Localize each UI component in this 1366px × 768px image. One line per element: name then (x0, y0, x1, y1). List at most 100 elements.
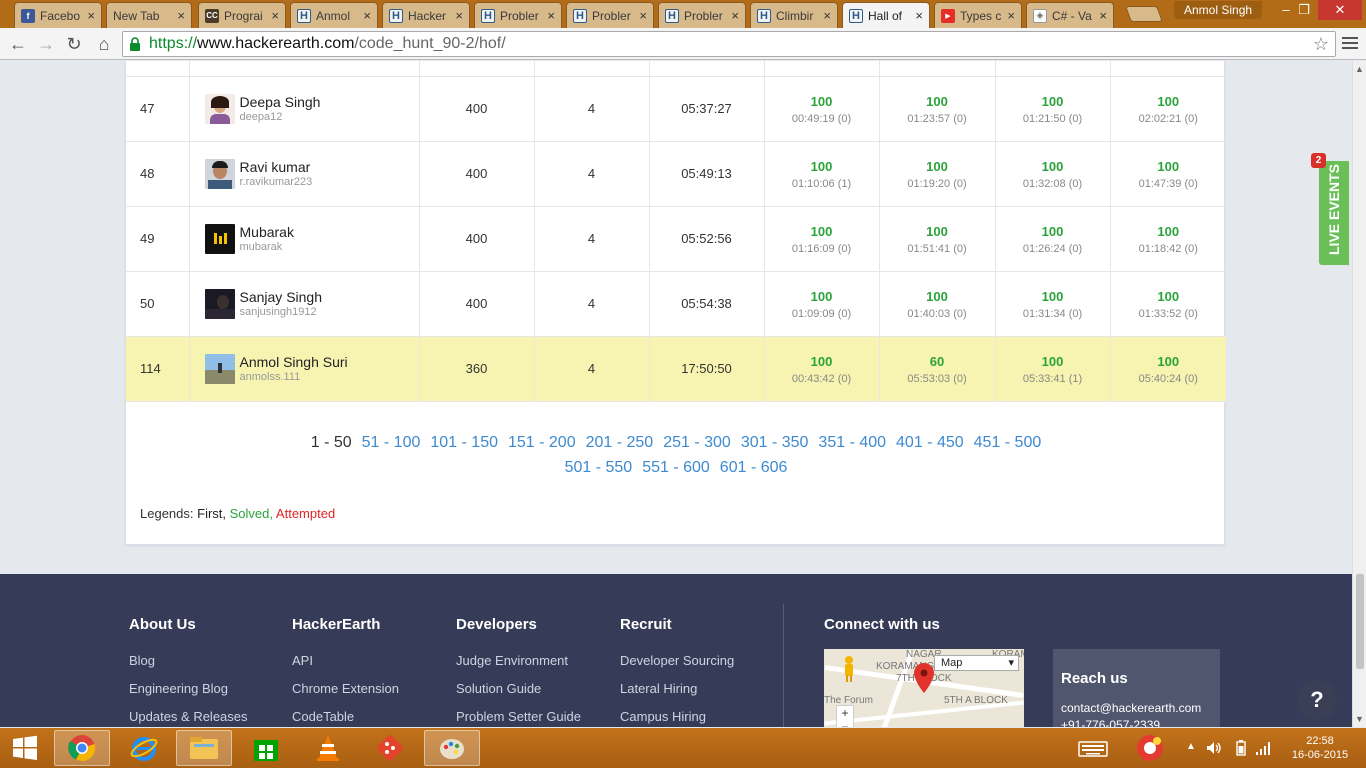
taskbar-git[interactable] (362, 730, 418, 766)
tab-title: C# - Va (1052, 8, 1092, 23)
taskbar-paint[interactable] (424, 730, 480, 766)
system-clock[interactable]: 22:58 16-06-2015 (1288, 734, 1352, 762)
profile-button[interactable]: Anmol Singh (1174, 1, 1263, 19)
page-link[interactable]: 601 - 606 (720, 455, 788, 480)
scrollbar-thumb[interactable] (1356, 574, 1364, 669)
browser-tab[interactable]: CC Prograi × (198, 2, 286, 28)
avatar[interactable] (204, 93, 235, 124)
back-button[interactable]: ← (6, 32, 30, 56)
reload-button[interactable]: ↻ (62, 32, 86, 56)
map-zoom-control[interactable]: + − (836, 705, 854, 727)
page-link[interactable]: 251 - 300 (663, 430, 731, 455)
zoom-in-button[interactable]: + (837, 706, 853, 720)
tab-close-icon[interactable]: × (1099, 8, 1107, 23)
footer-link-codetable[interactable]: CodeTable (292, 703, 399, 727)
footer-link-judge-environment[interactable]: Judge Environment (456, 647, 581, 675)
page-link[interactable]: 401 - 450 (896, 430, 964, 455)
tab-close-icon[interactable]: × (363, 8, 371, 23)
footer-link-lateral-hiring[interactable]: Lateral Hiring (620, 675, 734, 703)
footer-link-developer-sourcing[interactable]: Developer Sourcing (620, 647, 734, 675)
page-scrollbar[interactable]: ▲ ▼ (1352, 61, 1366, 727)
tab-close-icon[interactable]: × (1007, 8, 1015, 23)
tray-expand-icon[interactable]: ▲ (1186, 741, 1196, 752)
user-name-link[interactable]: Anmol Singh Suri (240, 354, 348, 371)
footer-link-solution-guide[interactable]: Solution Guide (456, 675, 581, 703)
avatar[interactable] (204, 158, 235, 189)
forward-button[interactable]: → (34, 32, 58, 56)
tab-close-icon[interactable]: × (731, 8, 739, 23)
page-link[interactable]: 451 - 500 (974, 430, 1042, 455)
user-name-link[interactable]: Mubarak (240, 224, 294, 241)
window-close-button[interactable]: ✕ (1318, 0, 1362, 20)
help-button[interactable]: ? (1297, 680, 1337, 720)
page-link[interactable]: 151 - 200 (508, 430, 576, 455)
zoom-out-button[interactable]: − (837, 720, 853, 727)
browser-tab[interactable]: H Anmol × (290, 2, 378, 28)
user-name-link[interactable]: Ravi kumar (240, 159, 313, 176)
tab-close-icon[interactable]: × (639, 8, 647, 23)
tab-close-icon[interactable]: × (87, 8, 95, 23)
page-link[interactable]: 301 - 350 (741, 430, 809, 455)
footer-link-chrome-extension[interactable]: Chrome Extension (292, 675, 399, 703)
notification-app-icon[interactable] (1135, 733, 1165, 763)
bookmark-star-icon[interactable]: ☆ (1313, 32, 1329, 56)
avatar[interactable] (204, 223, 235, 254)
page-link[interactable]: 101 - 150 (430, 430, 498, 455)
page-link[interactable]: 501 - 550 (565, 455, 633, 480)
new-tab-button[interactable] (1125, 6, 1163, 22)
browser-tab[interactable]: New Tab × (106, 2, 192, 28)
scroll-up-icon[interactable]: ▲ (1355, 64, 1364, 74)
scroll-down-icon[interactable]: ▼ (1355, 714, 1364, 724)
tab-close-icon[interactable]: × (823, 8, 831, 23)
footer-link-api[interactable]: API (292, 647, 399, 675)
start-button[interactable] (0, 730, 50, 766)
browser-tab[interactable]: H Climbir × (750, 2, 838, 28)
location-map[interactable]: NAGAR KORAMANGALA 7TH BLOCK The Forum 5T… (824, 649, 1024, 727)
page-link[interactable]: 51 - 100 (362, 430, 421, 455)
footer-link-campus-hiring[interactable]: Campus Hiring (620, 703, 734, 727)
keyboard-icon[interactable] (1078, 741, 1108, 757)
taskbar-vlc[interactable] (300, 730, 356, 766)
footer-link-engineering-blog[interactable]: Engineering Blog (129, 675, 248, 703)
menu-icon[interactable] (1340, 34, 1360, 54)
taskbar-chrome[interactable] (54, 730, 110, 766)
map-marker-icon[interactable] (914, 663, 934, 693)
page-link-current[interactable]: 1 - 50 (311, 430, 352, 455)
taskbar-file-explorer[interactable] (176, 730, 232, 766)
footer-link-updates[interactable]: Updates & Releases (129, 703, 248, 727)
browser-tab[interactable]: H Probler × (658, 2, 746, 28)
tab-close-icon[interactable]: × (547, 8, 555, 23)
live-events-tab[interactable]: LIVE EVENTS 2 (1311, 153, 1349, 265)
maximize-button[interactable]: ❐ (1290, 0, 1318, 20)
browser-tab[interactable]: H Hacker × (382, 2, 470, 28)
browser-tab[interactable]: ◈ C# - Va × (1026, 2, 1114, 28)
tab-close-icon[interactable]: × (271, 8, 279, 23)
browser-tab[interactable]: H Probler × (474, 2, 562, 28)
footer-link-blog[interactable]: Blog (129, 647, 248, 675)
taskbar-internet-explorer[interactable] (116, 730, 172, 766)
avatar[interactable] (204, 288, 235, 319)
tab-close-icon[interactable]: × (915, 8, 923, 23)
taskbar-store[interactable] (238, 730, 294, 766)
browser-tab[interactable]: H Probler × (566, 2, 654, 28)
battery-icon[interactable] (1236, 740, 1246, 756)
page-link[interactable]: 201 - 250 (586, 430, 654, 455)
browser-tab[interactable]: ▶ Types c × (934, 2, 1022, 28)
user-name-link[interactable]: Sanjay Singh (240, 289, 323, 306)
page-link[interactable]: 351 - 400 (818, 430, 886, 455)
browser-tab[interactable]: f Facebo × (14, 2, 102, 28)
map-type-select[interactable]: Map ▾ (934, 655, 1019, 671)
contact-email-link[interactable]: contact@hackerearth.com (1061, 701, 1212, 716)
tab-close-icon[interactable]: × (177, 8, 185, 23)
address-bar[interactable]: https://www.hackerearth.com/code_hunt_90… (122, 31, 1336, 57)
tab-close-icon[interactable]: × (455, 8, 463, 23)
avatar[interactable] (204, 353, 235, 384)
pegman-icon[interactable] (842, 655, 856, 683)
footer-link-problem-setter-guide[interactable]: Problem Setter Guide (456, 703, 581, 727)
user-name-link[interactable]: Deepa Singh (240, 94, 321, 111)
volume-icon[interactable] (1206, 741, 1222, 755)
network-signal-icon[interactable] (1255, 740, 1271, 756)
home-button[interactable]: ⌂ (92, 32, 116, 56)
page-link[interactable]: 551 - 600 (642, 455, 710, 480)
browser-tab[interactable]: H Hall of × (842, 2, 930, 28)
